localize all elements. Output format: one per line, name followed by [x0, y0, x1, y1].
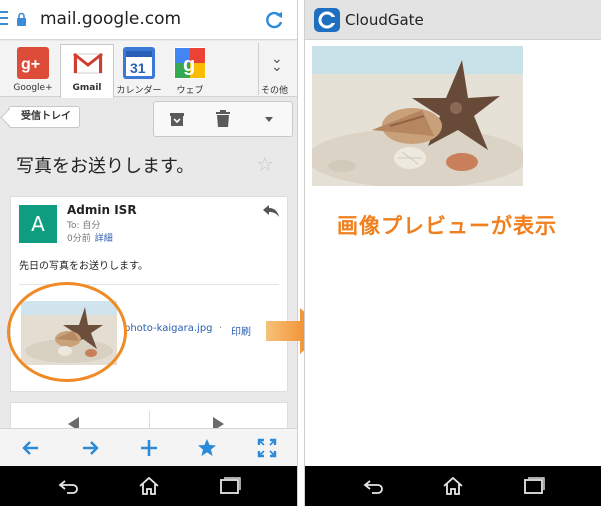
- highlight-circle: [7, 282, 127, 382]
- details-link[interactable]: 詳細: [95, 234, 113, 244]
- recipient-line: To: 自分: [67, 221, 101, 231]
- browser-url-bar: mail.google.com: [0, 0, 297, 40]
- image-preview: [312, 46, 523, 186]
- app-label: カレンダー: [116, 86, 162, 96]
- star-icon[interactable]: ☆: [256, 152, 274, 176]
- more-chevron-icon: ⌄ ⌄: [271, 51, 283, 75]
- app-label: ウェブ: [176, 86, 204, 96]
- app-web[interactable]: g ウェブ: [163, 45, 217, 97]
- avatar: A: [19, 205, 57, 243]
- google-plus-icon: g+: [17, 47, 49, 79]
- reload-icon[interactable]: [263, 9, 285, 31]
- seashell-photo: [312, 46, 523, 186]
- left-phone-screen: mail.google.com g+ Google+ Gmail 31 カレンダ…: [0, 0, 298, 506]
- nav-back-icon[interactable]: [57, 476, 81, 496]
- right-phone-screen: CloudGate 画像プレビューが表示: [304, 0, 601, 506]
- nav-recents-icon[interactable]: [522, 476, 546, 496]
- sender-name: Admin ISR: [67, 203, 137, 217]
- plus-icon[interactable]: [136, 435, 162, 461]
- svg-text:31: 31: [130, 60, 146, 76]
- app-label: Google+: [13, 83, 53, 93]
- android-nav-bar: [305, 466, 601, 506]
- attachment-filename[interactable]: photo-kaigara.jpg: [124, 323, 213, 334]
- app-gmail[interactable]: Gmail: [60, 44, 114, 98]
- bookmark-star-icon[interactable]: [194, 435, 220, 461]
- lock-icon: [17, 12, 26, 26]
- print-link[interactable]: 印刷: [231, 323, 251, 338]
- screenshot-canvas: mail.google.com g+ Google+ Gmail 31 カレンダ…: [0, 0, 601, 506]
- nav-home-icon[interactable]: [441, 476, 465, 496]
- nav-recents-icon[interactable]: [218, 476, 242, 496]
- app-label: Gmail: [72, 83, 102, 93]
- reply-icon[interactable]: [261, 203, 281, 219]
- menu-icon[interactable]: [0, 11, 8, 27]
- mail-toolbar: 受信トレイ: [0, 98, 297, 142]
- cloudgate-logo-icon: [314, 8, 340, 32]
- attachment-separator: ·: [219, 323, 223, 334]
- back-arrow-icon[interactable]: [18, 435, 44, 461]
- time-text: 0分前: [67, 234, 91, 244]
- chevron-down-icon: [265, 117, 273, 122]
- app-label: その他: [261, 86, 289, 96]
- browser-bottom-bar: [0, 428, 297, 466]
- svg-text:g+: g+: [21, 56, 40, 73]
- google-apps-bar: g+ Google+ Gmail 31 カレンダー g ウェブ ⌄ ⌄ その他: [0, 41, 297, 98]
- inbox-back-button[interactable]: 受信トレイ: [8, 106, 80, 128]
- url-text[interactable]: mail.google.com: [40, 9, 181, 29]
- preview-caption: 画像プレビューが表示: [337, 214, 557, 238]
- android-nav-bar: [0, 466, 297, 506]
- message-body: 先日の写真をお送りします。: [19, 261, 148, 272]
- app-calendar[interactable]: 31 カレンダー: [112, 45, 166, 97]
- web-search-icon: g: [174, 47, 206, 79]
- delete-button[interactable]: [200, 102, 246, 136]
- svg-text:g: g: [183, 54, 195, 76]
- time-line: 0分前 詳細: [67, 231, 113, 244]
- archive-icon: [170, 113, 184, 126]
- gmail-icon: [72, 47, 104, 79]
- app-google-plus[interactable]: g+ Google+: [6, 45, 60, 97]
- mail-actions-group: [153, 101, 293, 137]
- calendar-icon: 31: [123, 47, 155, 79]
- forward-arrow-icon[interactable]: [77, 435, 103, 461]
- mail-subject: 写真をお送りします。: [16, 156, 195, 177]
- nav-back-icon[interactable]: [362, 476, 386, 496]
- fullscreen-icon[interactable]: [254, 435, 280, 461]
- cloudgate-title-bar: CloudGate: [305, 0, 601, 40]
- nav-home-icon[interactable]: [137, 476, 161, 496]
- app-more[interactable]: ⌄ ⌄ その他: [258, 43, 297, 96]
- app-title: CloudGate: [345, 11, 424, 29]
- trash-icon: [216, 110, 230, 127]
- archive-button[interactable]: [154, 102, 200, 136]
- more-actions-button[interactable]: [246, 102, 292, 136]
